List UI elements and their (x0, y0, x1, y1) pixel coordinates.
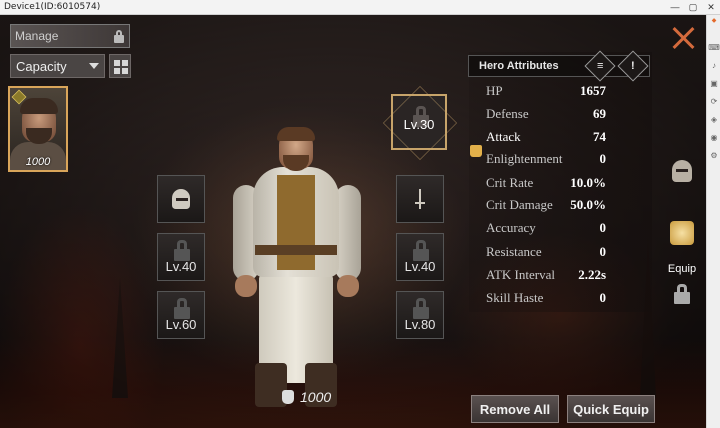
maximize-button[interactable]: ▢ (684, 0, 702, 15)
power-fist-icon (282, 390, 294, 404)
toolbar-keyboard-icon[interactable]: ⌨ (707, 39, 720, 57)
hero-hand-right (337, 275, 359, 297)
close-icon[interactable] (668, 23, 698, 53)
toolbar-screenshot-icon[interactable]: ▣ (707, 75, 720, 93)
attr-row-skill-haste: Skill Haste 0 (486, 290, 606, 306)
attr-row-defense: Defense 69 (486, 106, 606, 122)
grid-icon-cell (114, 68, 120, 74)
grid-icon (114, 60, 120, 66)
hero-portrait-hair (20, 98, 58, 114)
equip-slot-locked[interactable]: Lv.80 (396, 291, 444, 339)
hero-card-power: 1000 (25, 156, 51, 168)
attr-label: Attack (486, 129, 521, 144)
equip-slot-helmet[interactable] (157, 175, 205, 223)
lock-icon (674, 284, 690, 304)
toolbar-settings-icon[interactable]: ⚙ (707, 147, 720, 165)
equip-slot-weapon[interactable] (396, 175, 444, 223)
hero-power: 1000 (282, 389, 331, 405)
attr-row-atk-interval: ATK Interval 2.22s (486, 267, 606, 283)
grid-icon-cell (122, 60, 128, 66)
attr-value: 74 (593, 129, 606, 144)
attr-value: 0 (599, 244, 607, 259)
grid-view-button[interactable] (109, 54, 131, 78)
book-icon: ≡ (596, 59, 604, 72)
equip-slot-main[interactable]: Lv.30 (391, 94, 447, 150)
toolbar-logo-icon[interactable]: ◆ (707, 15, 720, 39)
attr-value: 69 (593, 106, 606, 121)
game-stage: Manage Capacity 1000 Lv.40 Lv.60 Lv.30 L… (0, 15, 706, 428)
emulator-toolbar: ◆ ⌨ ♪ ▣ ⟳ ◈ ◉ ⚙ (706, 15, 720, 428)
attr-value: 2.22s (578, 267, 606, 282)
attr-label: ATK Interval (486, 267, 555, 282)
toolbar-rotate-icon[interactable]: ⟳ (707, 93, 720, 111)
equip-slot-locked[interactable]: Lv.40 (157, 233, 205, 281)
window-titlebar: Device1(ID:6010574) — ▢ ✕ (0, 0, 720, 15)
attr-value: 10.0% (570, 175, 606, 190)
chevron-down-icon (89, 63, 99, 69)
capacity-dropdown[interactable]: Capacity (10, 54, 105, 78)
helmet-tab-button[interactable] (670, 158, 694, 184)
toolbar-shake-icon[interactable]: ◈ (707, 111, 720, 129)
hero-power-value: 1000 (300, 389, 332, 405)
equip-tab-button[interactable] (670, 220, 694, 246)
attr-label: Resistance (486, 244, 542, 259)
manage-button[interactable]: Manage (10, 24, 130, 48)
attr-label: Defense (486, 106, 529, 121)
attr-label: HP (486, 83, 503, 98)
hero-belt (255, 245, 337, 255)
slot-level: Lv.40 (404, 258, 436, 274)
attr-row-attack: Attack 74 (486, 129, 606, 145)
hero-vest (277, 175, 315, 270)
attr-label: Accuracy (486, 220, 536, 235)
attr-row-accuracy: Accuracy 0 (486, 220, 606, 236)
hero-card[interactable]: 1000 (8, 86, 68, 172)
hero-hair (277, 127, 315, 141)
equip-tab-label: Equip (667, 263, 697, 275)
attr-row-crit-damage: Crit Damage 50.0% (486, 197, 606, 213)
attr-label: Crit Damage (486, 197, 553, 212)
helmet-icon (172, 189, 190, 209)
attr-value: 0 (599, 151, 607, 166)
attr-row-crit-rate: Crit Rate 10.0% (486, 175, 606, 191)
equip-slot-locked[interactable]: Lv.40 (396, 233, 444, 281)
alert-icon: ! (631, 59, 635, 72)
slot-level: Lv.80 (404, 316, 436, 332)
slot-level: Lv.30 (403, 116, 435, 132)
remove-all-button[interactable]: Remove All (471, 395, 559, 423)
window-title: Device1(ID:6010574) (4, 2, 101, 12)
attr-row-resistance: Resistance 0 (486, 244, 606, 260)
slot-level: Lv.40 (165, 258, 197, 274)
attr-value: 0 (599, 220, 607, 235)
locked-tab-button[interactable] (670, 281, 694, 307)
window-close-button[interactable]: ✕ (702, 0, 720, 15)
lock-icon (114, 30, 124, 43)
attr-row-enlightenment: Enlightenment 0 (486, 151, 606, 167)
attr-label: Enlightenment (486, 151, 563, 166)
thumbs-up-icon (470, 145, 482, 157)
toolbar-volume-icon[interactable]: ♪ (707, 57, 720, 75)
quick-equip-button[interactable]: Quick Equip (567, 395, 655, 423)
toolbar-record-icon[interactable]: ◉ (707, 129, 720, 147)
attr-label: Skill Haste (486, 290, 544, 305)
attributes-title: Hero Attributes (479, 60, 559, 72)
capacity-label: Capacity (16, 58, 67, 74)
equip-icon (670, 221, 694, 245)
helmet-icon (672, 160, 692, 182)
equip-slot-locked[interactable]: Lv.60 (157, 291, 205, 339)
attr-value: 1657 (580, 83, 606, 98)
sword-icon (415, 189, 425, 209)
grid-icon-cell (122, 68, 128, 74)
minimize-button[interactable]: — (666, 0, 684, 15)
attr-value: 50.0% (570, 197, 606, 212)
window-controls: — ▢ ✕ (666, 0, 720, 15)
slot-level: Lv.60 (165, 316, 197, 332)
background-spire (112, 278, 128, 398)
attr-value: 0 (599, 290, 607, 305)
attr-label: Crit Rate (486, 175, 534, 190)
manage-label: Manage (15, 29, 59, 43)
attr-row-hp: HP 1657 (486, 83, 606, 99)
hero-model (195, 127, 395, 417)
hero-hand-left (235, 275, 257, 297)
